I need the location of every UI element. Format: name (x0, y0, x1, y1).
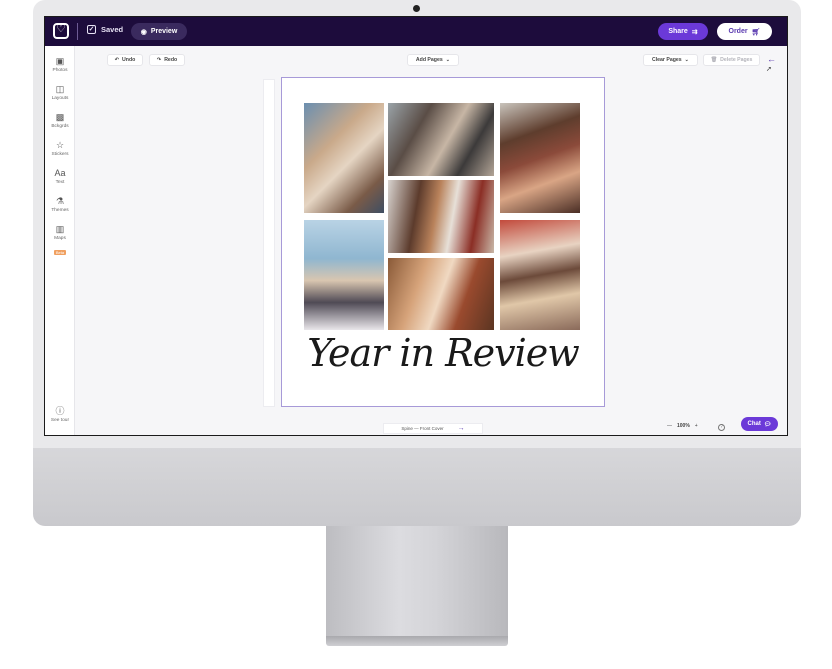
sidebar-item-text[interactable]: Aa Text (45, 168, 75, 185)
redo-button[interactable]: ↷ Redo (149, 54, 185, 66)
camera-icon (413, 5, 420, 12)
chevron-down-icon: ⌄ (445, 57, 451, 63)
zoom-in-icon[interactable]: + (695, 423, 698, 429)
front-cover-page[interactable]: Year in Review (281, 77, 605, 407)
collage-photo[interactable] (500, 220, 580, 330)
chat-bubble-icon: 💬︎ (763, 421, 772, 428)
undo-icon: ↶ (114, 57, 120, 63)
see-tour-label: See tour (50, 418, 70, 423)
zoom-value: 100% (677, 423, 690, 429)
share-arrows-icon: ⇉ (691, 28, 698, 36)
sidebar-item-label: Photos (52, 68, 68, 73)
monitor-chin (33, 448, 801, 526)
arrow-left-icon[interactable]: ← (767, 54, 776, 64)
top-bar: ✓ Saved ◉ Preview Share ⇉ Order 🛒︎ (45, 17, 787, 46)
collage-photo[interactable] (388, 258, 494, 330)
clear-pages-label: Clear Pages (651, 57, 682, 63)
saved-status: ✓ Saved (87, 25, 123, 34)
zoom-control: — 100% + (667, 423, 698, 429)
share-button[interactable]: Share ⇉ (658, 23, 708, 40)
beta-badge: Beta (53, 250, 67, 255)
undo-label: Undo (122, 57, 136, 63)
zoom-out-icon[interactable]: — (667, 423, 672, 429)
redo-label: Redo (164, 57, 178, 63)
add-pages-button[interactable]: Add Pages ⌄ (407, 54, 459, 66)
page-indicator-label: Spine — Front Cover (401, 426, 444, 431)
sidebar-item-label: Maps (54, 236, 66, 241)
sidebar-item-maps[interactable]: ▥ Maps Beta (45, 224, 75, 259)
sidebar-item-stickers[interactable]: ☆ Stickers (45, 140, 75, 157)
redo-icon: ↷ (156, 57, 162, 63)
share-label: Share (668, 28, 688, 35)
cover-title[interactable]: Year in Review (282, 331, 604, 375)
order-button[interactable]: Order 🛒︎ (717, 23, 772, 40)
stickers-icon: ☆ (55, 140, 65, 150)
preview-button[interactable]: ◉ Preview (131, 23, 187, 40)
sidebar-item-label: Themes (51, 208, 69, 213)
monitor-stand (326, 526, 508, 638)
saved-label: Saved (101, 25, 124, 34)
app-screen: ✓ Saved ◉ Preview Share ⇉ Order 🛒︎ ▣ Pho… (44, 16, 788, 436)
collage-photo[interactable] (304, 103, 384, 213)
sidebar-item-photos[interactable]: ▣ Photos (45, 56, 75, 73)
collage-photo[interactable] (304, 220, 384, 330)
chevron-down-icon: ⌄ (684, 57, 690, 63)
delete-pages-label: Delete Pages (720, 57, 753, 63)
undo-button[interactable]: ↶ Undo (107, 54, 143, 66)
arrow-right-icon[interactable]: → (458, 425, 465, 432)
cart-icon: 🛒︎ (751, 28, 761, 36)
topbar-divider (77, 23, 78, 40)
spine-page[interactable] (263, 79, 275, 407)
themes-icon: ⚗ (55, 196, 65, 206)
chat-button[interactable]: Chat 💬︎ (741, 417, 778, 431)
checkmark-icon: ✓ (87, 25, 96, 34)
eye-icon: ◉ (140, 28, 147, 36)
add-pages-label: Add Pages (415, 57, 443, 63)
photos-icon: ▣ (55, 56, 65, 66)
collage-photo[interactable] (388, 103, 494, 176)
help-circle-icon: ⓘ (55, 406, 65, 416)
sidebar-item-label: Bckgrds (51, 124, 69, 129)
monitor-stand-foot (326, 636, 508, 646)
page-navigator[interactable]: Spine — Front Cover → (383, 423, 483, 434)
backgrounds-icon: ▩ (55, 112, 65, 122)
order-label: Order (728, 28, 748, 35)
imac-frame: ✓ Saved ◉ Preview Share ⇉ Order 🛒︎ ▣ Pho… (0, 0, 832, 669)
sidebar-item-layouts[interactable]: ◫ Layouts (45, 84, 75, 101)
trash-icon: 🗑︎ (710, 57, 718, 63)
chat-label: Chat (747, 421, 761, 427)
text-icon: Aa (54, 168, 66, 178)
mouse-cursor-icon: ➚ (766, 66, 772, 73)
delete-pages-button[interactable]: 🗑︎ Delete Pages (703, 54, 760, 66)
sidebar-item-label: Layouts (51, 96, 69, 101)
maps-icon: ▥ (55, 224, 65, 234)
sidebar-item-themes[interactable]: ⚗ Themes (45, 196, 75, 213)
collage-photo[interactable] (500, 103, 580, 213)
sidebar-item-backgrounds[interactable]: ▩ Bckgrds (45, 112, 75, 129)
help-icon[interactable]: ? (718, 424, 725, 431)
sidebar-item-label: Text (55, 180, 65, 185)
clear-pages-button[interactable]: Clear Pages ⌄ (643, 54, 698, 66)
collage-photo[interactable] (388, 180, 494, 253)
layouts-icon: ◫ (55, 84, 65, 94)
app-logo-icon[interactable] (53, 22, 69, 39)
see-tour-button[interactable]: ⓘ See tour (45, 406, 75, 423)
preview-label: Preview (150, 28, 178, 35)
sidebar-item-label: Stickers (51, 152, 69, 157)
left-sidebar: ▣ Photos ◫ Layouts ▩ Bckgrds ☆ Stickers … (45, 46, 75, 435)
